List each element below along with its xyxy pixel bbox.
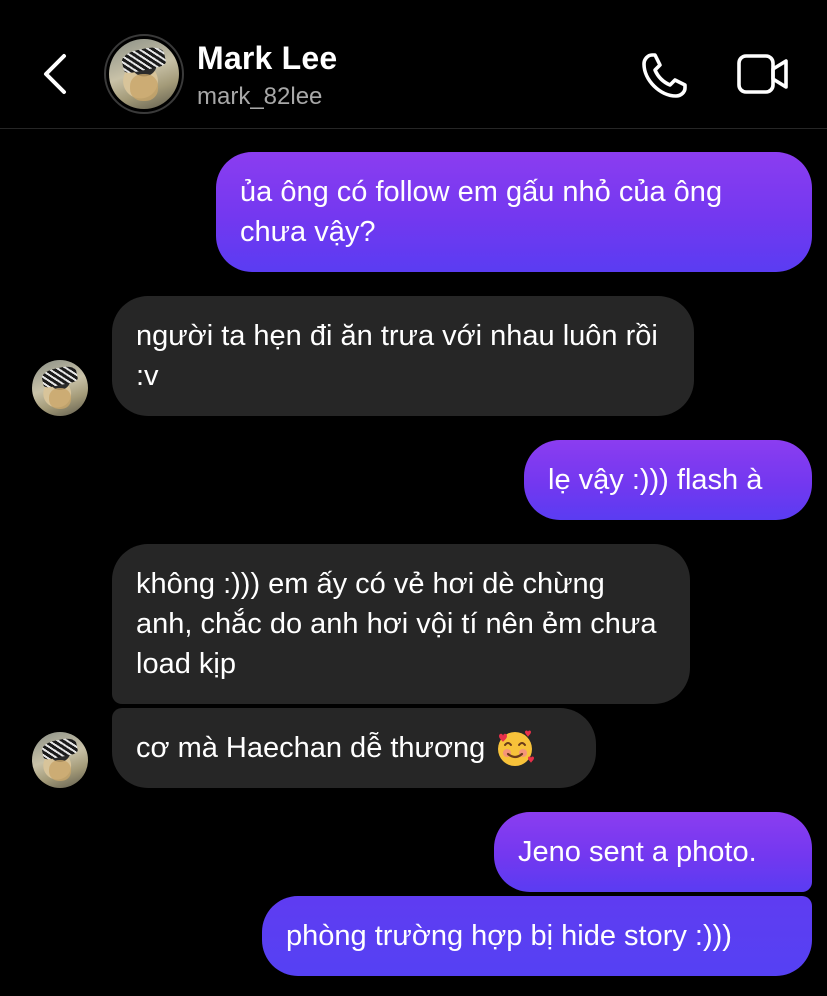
sender-avatar[interactable]: [32, 360, 88, 416]
message-text: lẹ vậy :))) flash à: [548, 464, 763, 496]
received-message-bubble[interactable]: người ta hẹn đi ăn trưa với nhau luôn rồ…: [112, 296, 694, 416]
smiling-face-with-hearts-icon: [498, 730, 535, 766]
sent-message-bubble[interactable]: phòng trường hợp bị hide story :))): [262, 896, 812, 976]
message-text: cơ mà Haechan dễ thương: [136, 732, 486, 764]
video-camera-icon[interactable]: [736, 52, 790, 96]
message-text: phòng trường hợp bị hide story :))): [286, 920, 732, 952]
sent-message-bubble[interactable]: Jeno sent a photo.: [494, 812, 812, 892]
phone-icon[interactable]: [638, 50, 690, 102]
contact-username[interactable]: mark_82lee: [197, 83, 322, 111]
message-text: không :))) em ấy có vẻ hơi dè chừng anh,…: [136, 568, 657, 680]
chat-header: Mark Lee mark_82lee: [0, 0, 827, 129]
chevron-left-icon[interactable]: [36, 50, 76, 98]
message-text: ủa ông có follow em gấu nhỏ của ông chưa…: [240, 176, 723, 248]
message-text: Jeno sent a photo.: [518, 836, 757, 868]
received-message-bubble[interactable]: không :))) em ấy có vẻ hơi dè chừng anh,…: [112, 544, 690, 704]
contact-name[interactable]: Mark Lee: [197, 40, 337, 77]
message-text: người ta hẹn đi ăn trưa với nhau luôn rồ…: [136, 320, 658, 392]
avatar: [109, 39, 179, 109]
sent-message-bubble[interactable]: lẹ vậy :))) flash à: [524, 440, 812, 520]
sender-avatar[interactable]: [32, 732, 88, 788]
sent-message-bubble[interactable]: ủa ông có follow em gấu nhỏ của ông chưa…: [216, 152, 812, 272]
received-message-bubble[interactable]: cơ mà Haechan dễ thương: [112, 708, 596, 788]
profile-avatar-button[interactable]: [104, 34, 184, 114]
